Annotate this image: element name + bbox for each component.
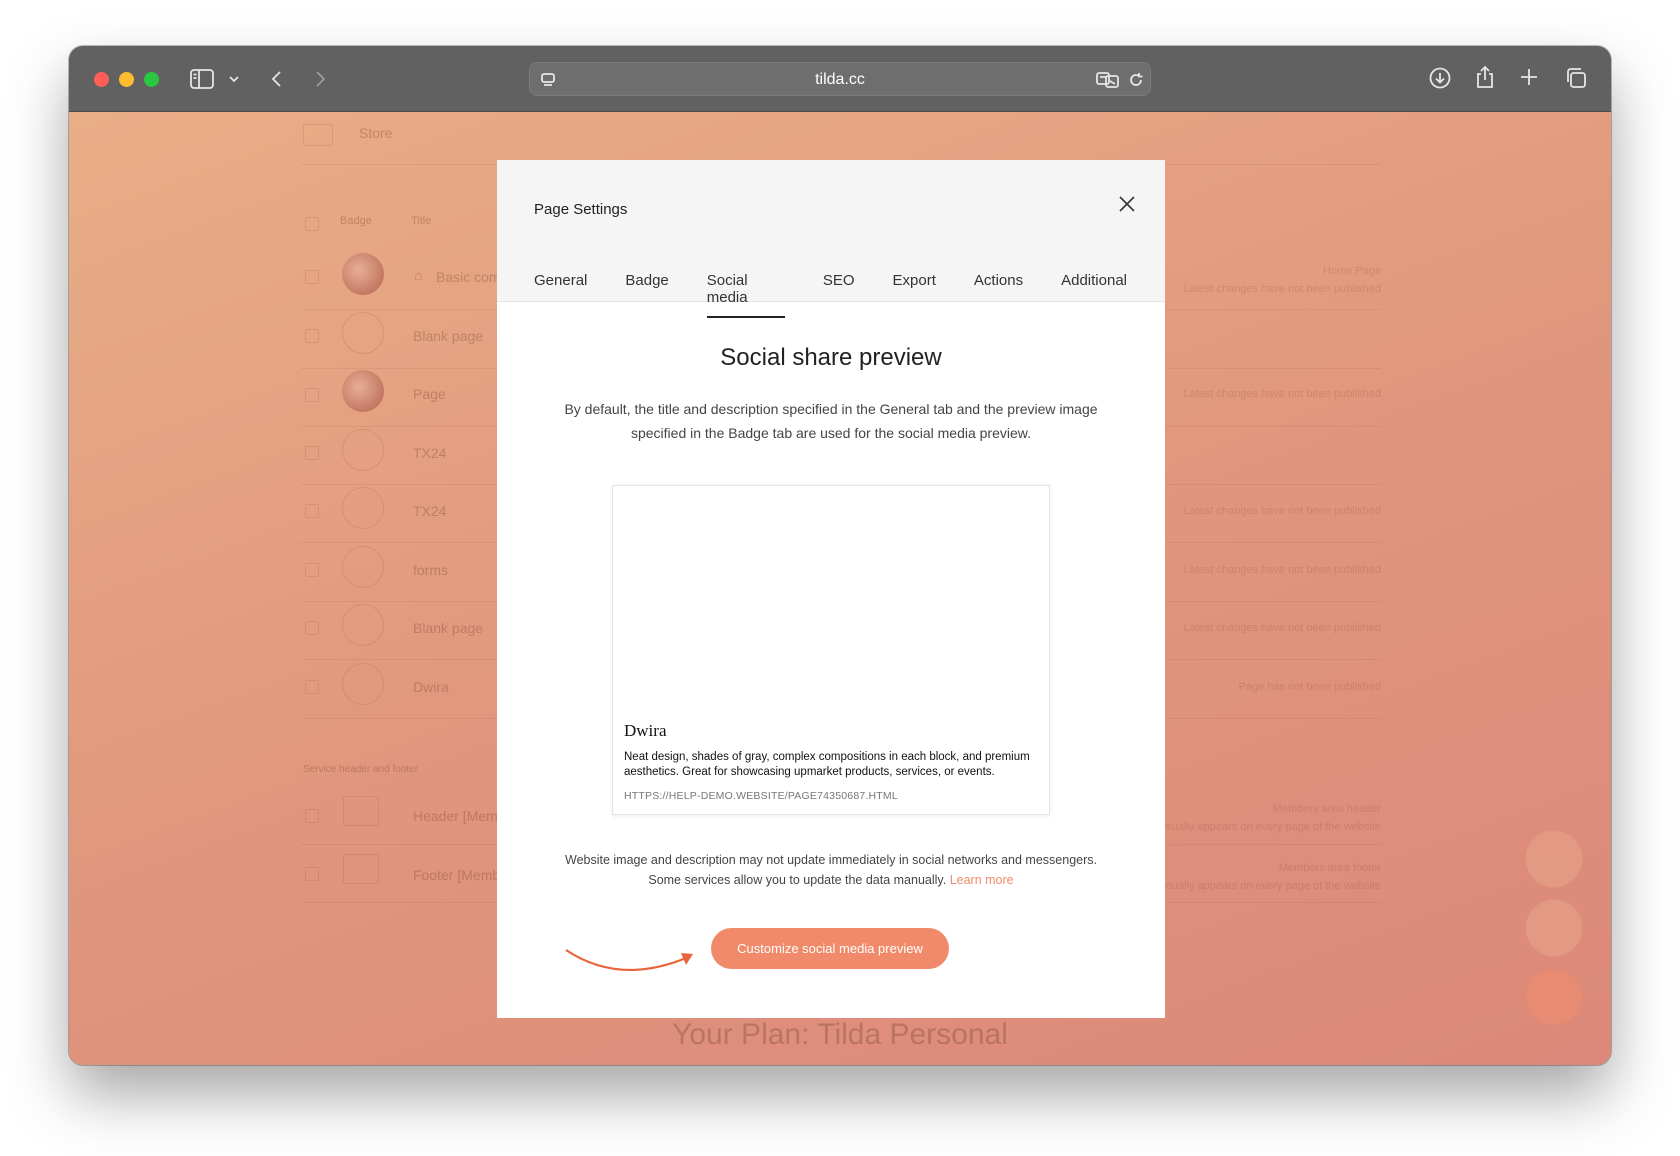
page-title: Blank page [413, 620, 484, 636]
tab-overview-icon[interactable] [1563, 65, 1589, 91]
browser-toolbar: tilda.cc [69, 46, 1611, 112]
store-icon [303, 124, 333, 146]
page-status: Latest changes have not been published [1183, 388, 1381, 400]
footer-thumbnail [343, 854, 379, 884]
page-status: Latest changes have not been published [1183, 564, 1381, 576]
arrow-pointer-icon [565, 949, 693, 972]
close-icon[interactable] [1117, 194, 1137, 214]
page-status: Page has not been published [1238, 681, 1381, 693]
page-badge [342, 429, 384, 471]
row-checkbox[interactable] [305, 329, 319, 343]
address-bar[interactable]: tilda.cc [529, 62, 1151, 96]
back-arrow-icon[interactable] [266, 68, 286, 90]
page-status: Latest changes have not been published [1183, 505, 1381, 517]
row-checkbox[interactable] [305, 446, 319, 460]
translate-icon[interactable] [1096, 70, 1120, 90]
row-checkbox[interactable] [305, 680, 319, 694]
select-all-checkbox[interactable] [305, 217, 319, 231]
preview-title: Dwira [624, 721, 667, 740]
downloads-icon[interactable] [1427, 65, 1453, 91]
page-title: Page [413, 386, 446, 402]
tab-badge[interactable]: Badge [625, 272, 668, 318]
row-checkbox[interactable] [305, 504, 319, 518]
page-status: Members area header usually appears on e… [1160, 803, 1381, 833]
column-badge: Badge [340, 215, 372, 227]
page-title: forms [413, 562, 448, 578]
tab-additional[interactable]: Additional [1061, 272, 1127, 318]
new-tab-icon[interactable] [1517, 65, 1541, 89]
column-title: Title [411, 215, 432, 227]
tab-seo[interactable]: SEO [823, 272, 855, 318]
page-title: Basic com [436, 269, 501, 285]
row-checkbox[interactable] [305, 809, 319, 823]
browser-window: tilda.cc Store Badge Title ⌂ Basic com H… [69, 46, 1611, 1065]
page-badge [342, 253, 384, 295]
modal-title: Page Settings [534, 201, 628, 218]
row-checkbox[interactable] [305, 388, 319, 402]
preview-url: HTTPS://HELP-DEMO.WEBSITE/PAGE74350687.H… [624, 790, 898, 802]
sidebar-toggle-icon[interactable] [189, 66, 215, 92]
modal-header: Page Settings General Badge Social media… [497, 160, 1165, 318]
header-thumbnail [343, 796, 379, 826]
page-title: Dwira [413, 679, 449, 695]
reload-icon[interactable] [1126, 70, 1146, 90]
page-settings-modal: Page Settings General Badge Social media… [497, 160, 1165, 1018]
section-label: Service header and footer [303, 764, 419, 775]
preview-description: Neat design, shades of gray, complex com… [624, 751, 1030, 778]
tab-actions[interactable]: Actions [974, 272, 1023, 318]
chevron-down-icon[interactable] [227, 72, 241, 86]
page-title: Header [Mem [413, 808, 498, 824]
update-note: Website image and description may not up… [557, 850, 1105, 890]
learn-more-link[interactable]: Learn more [950, 873, 1014, 887]
page-badge [342, 487, 384, 529]
tab-social-media[interactable]: Social media [706, 272, 785, 318]
home-icon: ⌂ [414, 267, 423, 283]
page-status: Members area footer usually appears on e… [1160, 862, 1381, 892]
tab-general[interactable]: General [534, 272, 587, 318]
intro-text: By default, the title and description sp… [564, 401, 1098, 441]
page-title: TX24 [413, 445, 447, 461]
note-text: Website image and description may not up… [565, 853, 1097, 887]
row-checkbox[interactable] [305, 563, 319, 577]
page-badge [342, 663, 384, 705]
warning-icon[interactable] [1525, 830, 1583, 888]
social-preview-card: Dwira Neat design, shades of gray, compl… [612, 485, 1050, 815]
section-title: Social share preview [720, 344, 942, 371]
customize-social-preview-button[interactable]: Customize social media preview [711, 928, 949, 969]
page-title: TX24 [413, 503, 447, 519]
page-title: Blank page [413, 328, 484, 344]
settings-tabs: General Badge Social media SEO Export Ac… [534, 272, 1165, 318]
close-window-button[interactable] [94, 72, 109, 87]
page-badge [342, 370, 384, 412]
page-status: Latest changes have not been published [1183, 622, 1381, 634]
page-badge [342, 312, 384, 354]
page-status: Home Page Latest changes have not been p… [1183, 265, 1381, 295]
plan-label: Your Plan: Tilda Personal [672, 1018, 1008, 1051]
store-label: Store [359, 125, 393, 141]
announcement-icon[interactable] [1525, 899, 1583, 957]
zoom-window-button[interactable] [144, 72, 159, 87]
forward-arrow-icon[interactable] [311, 68, 331, 90]
page-badge [342, 604, 384, 646]
address-text: tilda.cc [815, 71, 865, 88]
minimize-window-button[interactable] [119, 72, 134, 87]
row-checkbox[interactable] [305, 867, 319, 881]
page-badge [342, 546, 384, 588]
row-checkbox[interactable] [305, 270, 319, 284]
page-title: Footer [Memb [413, 867, 501, 883]
tab-export[interactable]: Export [893, 272, 936, 318]
share-icon[interactable] [1472, 63, 1498, 91]
row-checkbox[interactable] [305, 621, 319, 635]
